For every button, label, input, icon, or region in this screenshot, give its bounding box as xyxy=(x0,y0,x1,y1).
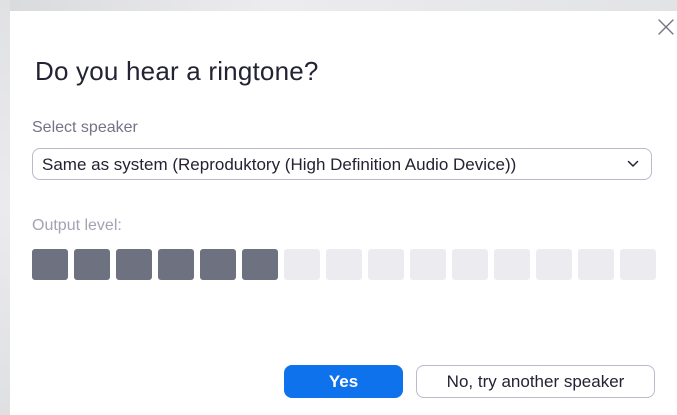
try-another-speaker-button[interactable]: No, try another speaker xyxy=(416,365,655,398)
speaker-test-dialog: Do you hear a ringtone? Select speaker S… xyxy=(10,11,677,415)
level-segment-inactive xyxy=(536,249,572,280)
level-segment-inactive xyxy=(326,249,362,280)
background-window xyxy=(0,0,677,11)
close-icon xyxy=(658,19,674,35)
dialog-title: Do you hear a ringtone? xyxy=(35,56,319,86)
level-segment-active xyxy=(32,249,68,280)
level-segment-active xyxy=(242,249,278,280)
close-button[interactable] xyxy=(655,16,677,38)
level-segment-active xyxy=(200,249,236,280)
level-segment-inactive xyxy=(284,249,320,280)
yes-button[interactable]: Yes xyxy=(284,365,403,398)
chevron-down-icon xyxy=(627,160,639,167)
speaker-select[interactable]: Same as system (Reproduktory (High Defin… xyxy=(32,148,652,180)
level-segment-inactive xyxy=(410,249,446,280)
select-speaker-label: Select speaker xyxy=(32,119,138,136)
level-segment-active xyxy=(74,249,110,280)
level-segment-inactive xyxy=(368,249,404,280)
level-segment-inactive xyxy=(494,249,530,280)
output-level-meter xyxy=(32,249,656,280)
level-segment-inactive xyxy=(620,249,656,280)
level-segment-inactive xyxy=(578,249,614,280)
level-segment-inactive xyxy=(452,249,488,280)
level-segment-active xyxy=(158,249,194,280)
background-window-edge xyxy=(0,0,10,415)
output-level-label: Output level: xyxy=(32,217,122,234)
level-segment-active xyxy=(116,249,152,280)
speaker-selected-value: Same as system (Reproduktory (High Defin… xyxy=(42,155,517,174)
